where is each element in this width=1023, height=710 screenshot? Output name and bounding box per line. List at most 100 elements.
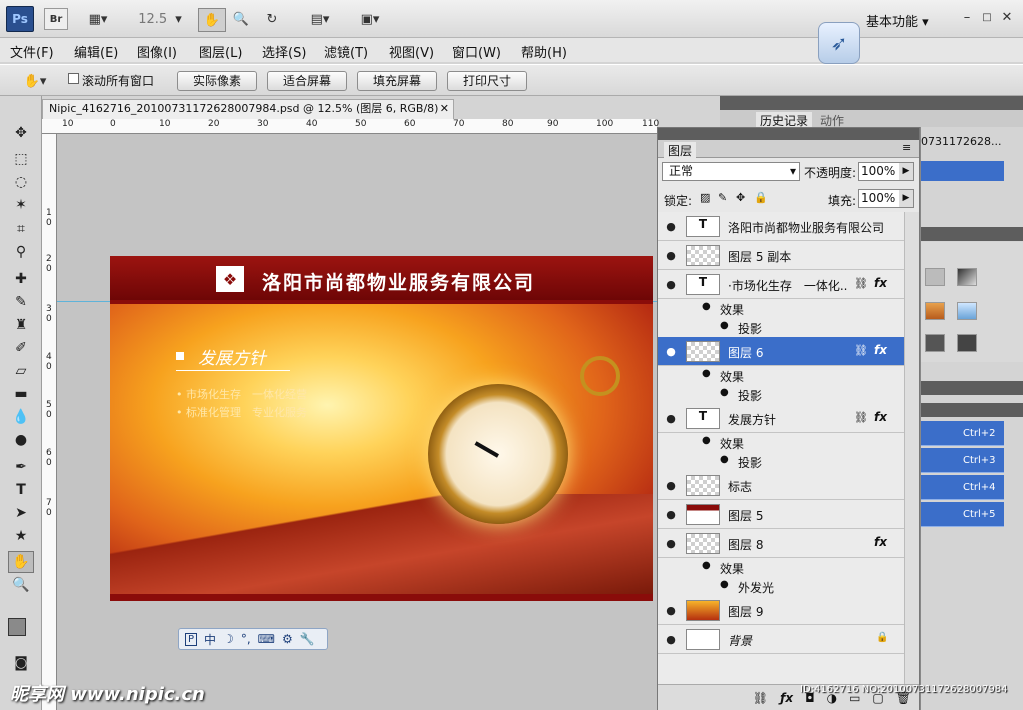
effect-row[interactable]: ● 外发光 [658, 577, 904, 596]
pen-tool-icon[interactable]: ✒ [8, 456, 34, 478]
blend-mode-select[interactable]: 正常 ▾ [662, 162, 800, 181]
foreground-color-swatch[interactable] [8, 618, 26, 636]
visibility-eye-icon[interactable]: ● [720, 387, 729, 398]
fx-icon[interactable]: fx [874, 410, 887, 424]
print-size-button[interactable]: 打印尺寸 [447, 71, 527, 91]
menu-help[interactable]: 帮助(H) [521, 42, 567, 61]
layers-panel-grip[interactable] [658, 128, 919, 140]
hand-tool-icon[interactable]: ✋ [198, 8, 226, 32]
photoshop-logo[interactable]: Ps [6, 6, 34, 32]
fill-screen-button[interactable]: 填充屏幕 [357, 71, 437, 91]
effects-row[interactable]: ● 效果 [658, 366, 904, 385]
visibility-eye-icon[interactable]: ● [720, 320, 729, 331]
view-extras-icon[interactable]: ▦▾ [80, 8, 116, 30]
menu-edit[interactable]: 编辑(E) [74, 42, 118, 61]
maximize-icon[interactable]: □ [978, 8, 996, 26]
bridge-button[interactable]: Br [44, 8, 68, 30]
layer-row[interactable]: ● T ·市场化生存 一体化... ⛓ fx [658, 270, 904, 299]
gradient-tool-icon[interactable]: ▬ [8, 383, 34, 405]
close-icon[interactable]: ✕ [998, 8, 1016, 26]
history-state-selected[interactable] [921, 161, 1004, 181]
fill-slider-icon[interactable]: ▶ [899, 190, 913, 207]
opacity-field[interactable]: 100% ▶ [858, 162, 914, 181]
arrange-documents-icon[interactable]: ▤▾ [302, 8, 338, 30]
layers-tab[interactable]: 图层 [664, 142, 697, 159]
link-icon[interactable]: ⛓ [854, 411, 868, 424]
lasso-tool-icon[interactable]: ◌ [8, 171, 34, 193]
style-swatch[interactable] [957, 302, 977, 320]
menu-layer[interactable]: 图层(L) [199, 42, 242, 61]
layer-row[interactable]: ● 图层 5 [658, 500, 904, 529]
actual-pixels-button[interactable]: 实际像素 [177, 71, 257, 91]
rotate-view-icon[interactable]: ↻ [260, 8, 284, 30]
layer-row[interactable]: ● 标志 [658, 471, 904, 500]
shape-tool-icon[interactable]: ★ [8, 525, 34, 547]
layer-row[interactable]: ● 图层 9 [658, 596, 904, 625]
eraser-icon[interactable]: ▱ [8, 360, 34, 382]
blur-tool-icon[interactable]: 💧 [8, 406, 34, 428]
visibility-eye-icon[interactable]: ● [702, 435, 711, 446]
layers-scrollbar[interactable] [904, 212, 919, 690]
menu-view[interactable]: 视图(V) [389, 42, 434, 61]
visibility-eye-icon[interactable]: ● [664, 537, 678, 550]
link-icon[interactable]: ⛓ [854, 277, 868, 290]
action-row[interactable]: Ctrl+2 [921, 421, 1004, 446]
hand-tool-icon[interactable]: ✋ [8, 551, 34, 573]
close-tab-icon[interactable]: ✕ [440, 100, 449, 118]
visibility-eye-icon[interactable]: ● [664, 412, 678, 425]
visibility-eye-icon[interactable]: ● [664, 220, 678, 233]
link-layers-icon[interactable]: ⛓ [753, 691, 768, 705]
path-select-icon[interactable]: ➤ [8, 502, 34, 524]
ime-mode[interactable]: 中 [204, 631, 216, 648]
fx-icon[interactable]: fx [874, 276, 887, 290]
wrench-icon[interactable]: 🔧 [300, 632, 315, 646]
menu-image[interactable]: 图像(I) [137, 42, 177, 61]
lock-transparency-icon[interactable]: ▨ [700, 191, 710, 204]
lock-position-icon[interactable]: ✥ [736, 191, 745, 204]
healing-brush-icon[interactable]: ✚ [8, 268, 34, 290]
ime-logo-icon[interactable]: P [185, 632, 198, 646]
document-tab[interactable]: Nipic_4162716_20100731172628007984.psd @… [42, 99, 454, 119]
add-style-icon[interactable]: ƒx [780, 691, 793, 705]
quick-mask-icon[interactable]: ◙ [8, 652, 34, 674]
style-swatch[interactable] [925, 302, 945, 320]
visibility-eye-icon[interactable]: ● [664, 604, 678, 617]
fit-screen-button[interactable]: 适合屏幕 [267, 71, 347, 91]
marquee-tool-icon[interactable]: ⬚ [8, 148, 34, 170]
punctuation-icon[interactable]: °, [241, 632, 251, 646]
eyedropper-icon[interactable]: ⚲ [8, 241, 34, 263]
link-icon[interactable]: ⛓ [854, 344, 868, 357]
layer-row[interactable]: ● 背景 🔒 [658, 625, 904, 654]
brush-tool-icon[interactable]: ✎ [8, 291, 34, 313]
layer-row[interactable]: ● T 发展方针 ⛓ fx [658, 404, 904, 433]
magic-wand-icon[interactable]: ✶ [8, 194, 34, 216]
style-swatch[interactable] [925, 268, 945, 286]
action-row[interactable]: Ctrl+4 [921, 475, 1004, 500]
fx-icon[interactable]: fx [874, 535, 887, 549]
opacity-slider-icon[interactable]: ▶ [899, 163, 913, 180]
visibility-eye-icon[interactable]: ● [664, 249, 678, 262]
style-swatch[interactable] [957, 334, 977, 352]
ime-menu-icon[interactable]: ⚙ [282, 632, 293, 646]
lock-paint-icon[interactable]: ✎ [718, 191, 727, 204]
effects-row[interactable]: ● 效果 [658, 433, 904, 452]
move-tool-icon[interactable]: ✥ [8, 122, 34, 144]
minimize-icon[interactable]: – [958, 8, 976, 26]
visibility-eye-icon[interactable]: ● [720, 454, 729, 465]
action-row[interactable]: Ctrl+5 [921, 502, 1004, 527]
clone-stamp-icon[interactable]: ♜ [8, 314, 34, 336]
layer-row[interactable]: ● 图层 8 fx [658, 529, 904, 558]
effect-row[interactable]: ● 投影 [658, 318, 904, 337]
scroll-all-checkbox[interactable] [68, 73, 79, 84]
visibility-eye-icon[interactable]: ● [702, 368, 711, 379]
menu-file[interactable]: 文件(F) [10, 42, 54, 61]
layer-row[interactable]: ● 图层 5 副本 [658, 241, 904, 270]
moon-icon[interactable]: ☽ [223, 632, 234, 646]
ime-toolbar[interactable]: P 中 ☽ °, ⌨ ⚙ 🔧 [178, 628, 328, 650]
style-swatch[interactable] [925, 334, 945, 352]
zoom-tool-icon[interactable]: 🔍 [230, 8, 252, 30]
effect-row[interactable]: ● 投影 [658, 385, 904, 404]
menu-window[interactable]: 窗口(W) [452, 42, 501, 61]
action-row[interactable]: Ctrl+3 [921, 448, 1004, 473]
fx-icon[interactable]: fx [874, 343, 887, 357]
